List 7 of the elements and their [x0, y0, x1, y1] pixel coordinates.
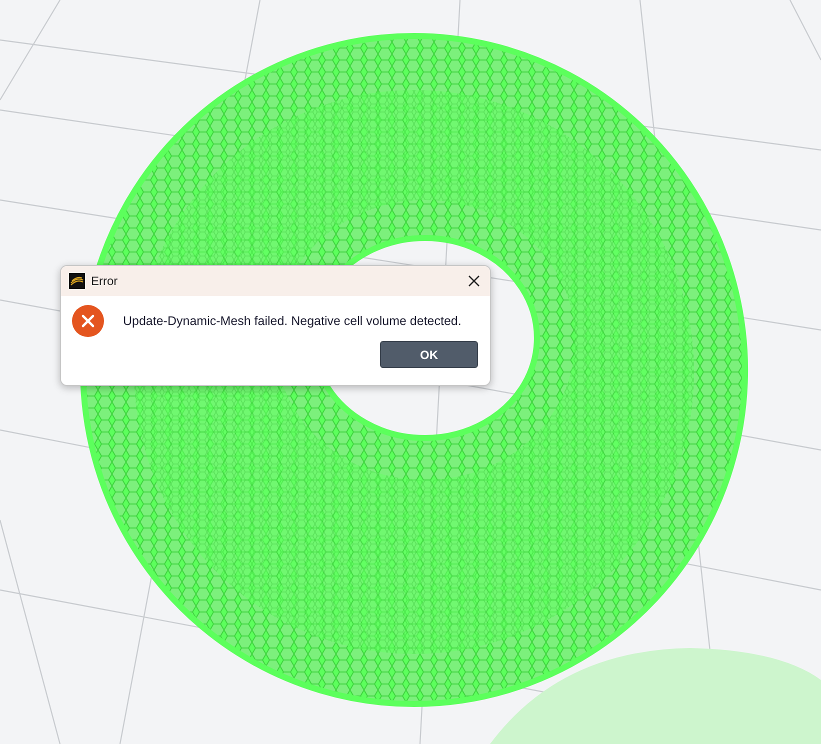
graphics-viewport[interactable]: Error Update-Dynamic-Mesh failed. Negative cell volume detected. OK	[0, 0, 821, 744]
app-logo-icon	[69, 273, 85, 289]
close-icon[interactable]	[468, 275, 480, 287]
ok-button[interactable]: OK	[380, 341, 478, 368]
error-message: Update-Dynamic-Mesh failed. Negative cell volume detected.	[123, 314, 462, 328]
error-icon	[72, 305, 104, 337]
dialog-title: Error	[91, 274, 119, 288]
